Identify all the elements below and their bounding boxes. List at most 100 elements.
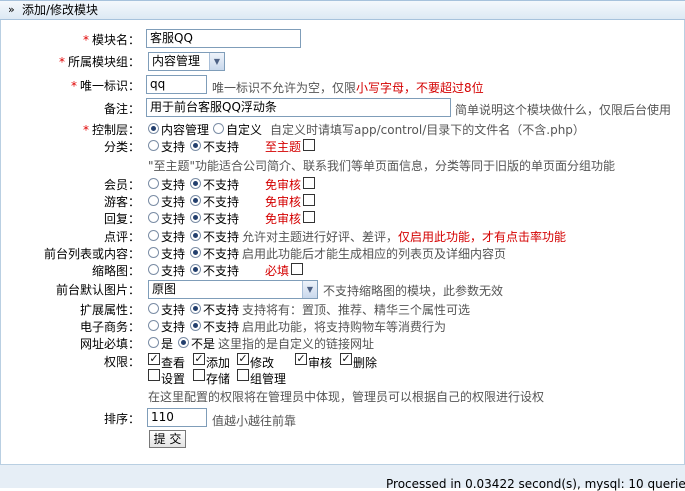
perm-audit-label: 审核	[308, 356, 333, 370]
perm-label: 权限：	[103, 355, 140, 369]
guest-extra-checkbox[interactable]	[303, 194, 315, 206]
rate-label: 点评：	[103, 230, 140, 244]
shop-radio-support[interactable]	[148, 320, 159, 331]
perm-audit-checkbox[interactable]: ✓	[295, 353, 307, 365]
shop-hint: 启用此功能，将支持购物车等消费行为	[242, 320, 447, 334]
ext-label: 扩展属性：	[79, 303, 140, 317]
thumb-label: 缩略图：	[91, 264, 140, 278]
rate-opt2-label: 不支持	[203, 230, 240, 244]
perm-add-checkbox[interactable]: ✓	[193, 353, 205, 365]
member-radio-support[interactable]	[148, 178, 159, 189]
perm-delete-label: 删除	[353, 356, 378, 370]
rate-radio-nosupport[interactable]	[190, 230, 201, 241]
url-opt2-label: 不是	[191, 337, 216, 351]
page-title: 添加/修改模块	[22, 3, 99, 17]
cate-label: 分类：	[103, 140, 140, 154]
ext-opt1-label: 支持	[161, 303, 186, 317]
perm-setting-checkbox[interactable]	[148, 369, 160, 381]
group-label: * 所属模块组：	[58, 55, 140, 69]
cate-extra-checkbox[interactable]	[303, 139, 315, 151]
cate-radio-nosupport[interactable]	[190, 140, 201, 151]
thumb-extra-label: 必填	[265, 264, 290, 278]
member-label: 会员：	[103, 178, 140, 192]
ext-hint: 支持将有：置顶、推荐、精华三个属性可选	[242, 303, 471, 317]
reply-radio-nosupport[interactable]	[190, 212, 201, 223]
shop-radio-nosupport[interactable]	[190, 320, 201, 331]
cate-opt1-label: 支持	[161, 140, 186, 154]
panel-title-bar: » 添加/修改模块	[0, 0, 685, 20]
default-image-select[interactable]: 原图 ▼	[148, 280, 318, 299]
url-label: 网址必填：	[79, 337, 140, 351]
ext-opt2-label: 不支持	[203, 303, 240, 317]
list-opt1-label: 支持	[161, 247, 186, 261]
rate-hint: 允许对主题进行好评、差评，仅启用此功能，才有点击率功能	[242, 230, 567, 244]
member-extra-label: 免审核	[265, 178, 302, 192]
cate-radio-support[interactable]	[148, 140, 159, 151]
shop-opt1-label: 支持	[161, 320, 186, 334]
ext-radio-support[interactable]	[148, 303, 159, 314]
module-name-input[interactable]: 客服QQ	[146, 29, 301, 48]
cate-extra-label: 至主题	[265, 140, 302, 154]
perm-setting-label: 设置	[161, 372, 186, 386]
order-label: 排序：	[103, 412, 140, 426]
defimg-hint: 不支持缩略图的模块，此参数无效	[323, 284, 504, 298]
reply-extra-checkbox[interactable]	[303, 211, 315, 223]
note-input[interactable]: 用于前台客服QQ浮动条	[146, 98, 451, 117]
reply-extra-label: 免审核	[265, 212, 302, 226]
reply-radio-support[interactable]	[148, 212, 159, 223]
perm-delete-checkbox[interactable]: ✓	[340, 353, 352, 365]
url-radio-no[interactable]	[178, 337, 189, 348]
module-group-select[interactable]: 内容管理 ▼	[148, 52, 225, 71]
member-extra-checkbox[interactable]	[303, 177, 315, 189]
perm-hint: 在这里配置的权限将在管理员中体现，管理员可以根据自己的权限进行设权	[148, 390, 545, 404]
ctrl-hint: 自定义时请填写app/control/目录下的文件名（不含.php）	[270, 123, 585, 137]
ident-label: * 唯一标识：	[70, 79, 140, 93]
module-group-value: 内容管理	[152, 54, 201, 68]
submit-button[interactable]: 提 交	[149, 430, 186, 448]
footer-bar: Processed in 0.03422 second(s), mysql: 1…	[0, 464, 685, 491]
perm-add-label: 添加	[206, 356, 231, 370]
default-image-value: 原图	[152, 282, 177, 296]
member-radio-nosupport[interactable]	[190, 178, 201, 189]
perm-store-label: 存储	[206, 372, 231, 386]
thumb-extra-checkbox[interactable]	[291, 263, 303, 275]
perm-group-checkbox[interactable]	[237, 369, 249, 381]
list-label: 前台列表或内容：	[43, 247, 140, 261]
note-hint: 简单说明这个模块做什么，仅限后台使用	[455, 103, 672, 117]
ident-input[interactable]: qq	[146, 75, 207, 94]
ctrl-radio-content[interactable]	[148, 123, 159, 134]
perm-view-checkbox[interactable]: ✓	[148, 353, 160, 365]
footer-processed-text: Processed in 0.03422 second(s), mysql: 1…	[386, 477, 685, 491]
guest-opt2-label: 不支持	[203, 195, 240, 209]
list-opt2-label: 不支持	[203, 247, 240, 261]
note-label: 备注：	[103, 102, 140, 116]
shop-opt2-label: 不支持	[203, 320, 240, 334]
chevron-down-icon: ▼	[209, 53, 224, 70]
defimg-label: 前台默认图片：	[55, 283, 140, 297]
guest-opt1-label: 支持	[161, 195, 186, 209]
guest-radio-nosupport[interactable]	[190, 195, 201, 206]
member-opt1-label: 支持	[161, 178, 186, 192]
ctrl-radio-custom[interactable]	[213, 123, 224, 134]
cate-opt2-label: 不支持	[203, 140, 240, 154]
ext-radio-nosupport[interactable]	[190, 303, 201, 314]
thumb-radio-nosupport[interactable]	[190, 264, 201, 275]
perm-group-label: 组管理	[250, 372, 287, 386]
url-hint: 这里指的是自定义的链接网址	[218, 337, 375, 351]
guest-label: 游客：	[103, 195, 140, 209]
list-radio-nosupport[interactable]	[190, 247, 201, 258]
list-hint: 启用此功能后才能生成相应的列表页及详细内容页	[242, 247, 507, 261]
rate-radio-support[interactable]	[148, 230, 159, 241]
chevron-down-icon: ▼	[302, 281, 317, 298]
perm-edit-label: 修改	[250, 356, 275, 370]
perm-store-checkbox[interactable]	[193, 369, 205, 381]
list-radio-support[interactable]	[148, 247, 159, 258]
guest-radio-support[interactable]	[148, 195, 159, 206]
order-input[interactable]: 110	[147, 408, 207, 427]
name-label: * 模块名：	[82, 33, 140, 47]
url-radio-yes[interactable]	[148, 337, 159, 348]
thumb-opt2-label: 不支持	[203, 264, 240, 278]
cate-hint: "至主题"功能适合公司简介、联系我们等单页面信息，分类等同于旧版的单页面分组功能	[148, 159, 616, 173]
thumb-radio-support[interactable]	[148, 264, 159, 275]
perm-edit-checkbox[interactable]: ✓	[237, 353, 249, 365]
